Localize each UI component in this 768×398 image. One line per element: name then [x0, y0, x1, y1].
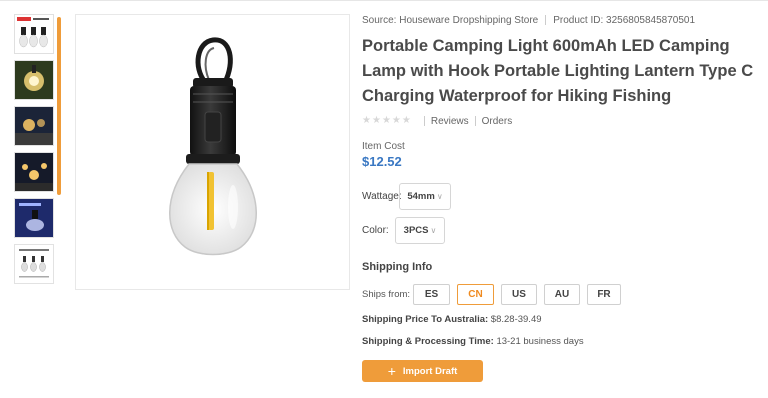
plus-icon: + — [387, 363, 396, 379]
thumbnail-2[interactable] — [14, 60, 54, 100]
product-meta: Source: Houseware Dropshipping Store Pro… — [362, 12, 762, 28]
shipping-price-value: $8.28-39.49 — [490, 314, 542, 325]
rating-divider — [474, 116, 476, 126]
lantern-image — [168, 37, 257, 256]
import-draft-label: Import Draft — [402, 365, 458, 377]
meta-divider — [545, 15, 547, 25]
thumbnail-5[interactable] — [14, 198, 54, 238]
wattage-option: Wattage: 54mm ∨ — [362, 183, 762, 210]
chevron-down-icon: ∨ — [436, 192, 443, 201]
country-code: AU — [554, 289, 570, 300]
shipping-info-title: Shipping Info — [362, 261, 433, 273]
shipping-price: Shipping Price To Australia: $8.28-39.49 — [362, 314, 762, 325]
thumbnail-3[interactable] — [14, 106, 54, 146]
country-code: ES — [424, 289, 439, 300]
chevron-down-icon: ∨ — [430, 226, 437, 235]
rating-divider — [423, 116, 425, 126]
source-store[interactable]: Source: Houseware Dropshipping Store — [362, 15, 538, 26]
thumbnail-1[interactable] — [14, 14, 54, 54]
shipping-time-label: Shipping & Processing Time: — [362, 336, 494, 347]
shipping-time: Shipping & Processing Time: 13-21 busine… — [362, 336, 762, 347]
color-option: Color: 3PCS ∨ — [362, 217, 762, 244]
shipping-time-value: 13-21 business days — [496, 336, 584, 347]
product-id: Product ID: 3256805845870501 — [553, 14, 696, 26]
ships-from-label: Ships from: — [362, 289, 411, 300]
color-value: 3PCS — [403, 225, 429, 236]
star-icon: ★ — [381, 115, 391, 126]
ship-from-fr[interactable]: FR — [587, 284, 621, 305]
item-cost: $12.52 — [362, 154, 402, 169]
ship-from-es[interactable]: ES — [413, 284, 450, 305]
thumbnail-scrollbar[interactable] — [57, 17, 61, 195]
ships-from-row: Ships from: ES CN US AU FR — [362, 284, 762, 305]
wattage-value: 54mm — [407, 191, 435, 202]
rating-stars: ★ ★ ★ ★ ★ — [362, 116, 411, 126]
country-code: US — [512, 289, 526, 300]
thumbnail-list — [14, 14, 58, 290]
color-select[interactable]: 3PCS ∨ — [395, 217, 445, 244]
country-code: FR — [597, 289, 611, 300]
orders-link[interactable]: Orders — [482, 116, 513, 127]
product-details: Source: Houseware Dropshipping Store Pro… — [362, 12, 762, 382]
product-title: Portable Camping Light 600mAh LED Campin… — [362, 37, 754, 105]
star-icon: ★ — [401, 115, 411, 126]
rating-row: ★ ★ ★ ★ ★ Reviews Orders — [362, 114, 762, 128]
star-icon: ★ — [362, 115, 371, 126]
shipping-price-label: Shipping Price To Australia: — [362, 314, 489, 325]
star-icon: ★ — [371, 115, 381, 126]
thumbnail-6[interactable] — [14, 244, 54, 284]
star-icon: ★ — [391, 115, 401, 126]
country-code: CN — [468, 289, 483, 300]
top-divider — [0, 0, 768, 1]
wattage-select[interactable]: 54mm ∨ — [399, 183, 451, 210]
import-draft-button[interactable]: + Import Draft — [362, 360, 483, 382]
item-cost-label: Item Cost — [362, 141, 405, 152]
ship-from-au[interactable]: AU — [544, 284, 580, 305]
main-product-image — [75, 14, 350, 290]
ship-from-cn[interactable]: CN — [457, 284, 494, 305]
ship-from-us[interactable]: US — [501, 284, 537, 305]
thumbnail-4[interactable] — [14, 152, 54, 192]
reviews-link[interactable]: Reviews — [431, 116, 469, 127]
